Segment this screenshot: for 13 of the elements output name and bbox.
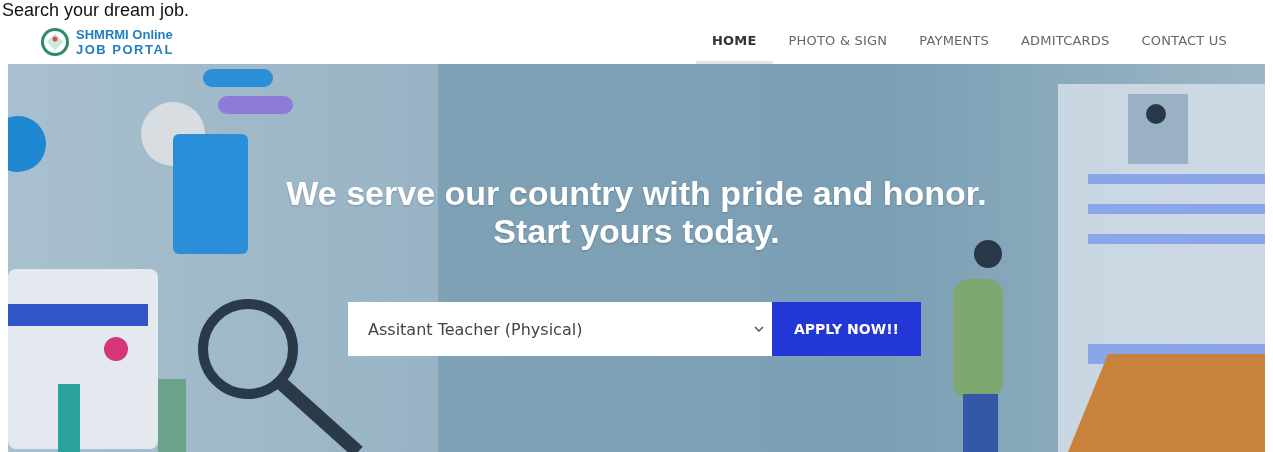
logo-subtitle: JOB PORTAL <box>76 42 174 57</box>
page-caption: Search your dream job. <box>1 0 191 20</box>
apply-button[interactable]: APPLY NOW!! <box>772 302 921 356</box>
chevron-down-icon <box>754 326 764 332</box>
hero-headline: Start yours today. <box>493 212 780 250</box>
nav-link[interactable]: PHOTO & SIGN <box>772 20 904 64</box>
job-select[interactable]: Assitant Teacher (Physical) <box>348 302 772 356</box>
nav-link[interactable]: ADMITCARDS <box>1005 20 1126 64</box>
nav-link[interactable]: CONTACT US <box>1125 20 1243 64</box>
hero-headline: We serve our country with pride and honor. <box>286 174 987 212</box>
logo-emblem-icon <box>40 27 70 57</box>
nav-link[interactable]: PAYMENTS <box>903 20 1006 64</box>
logo-title: SHMRMI Online <box>76 27 174 42</box>
